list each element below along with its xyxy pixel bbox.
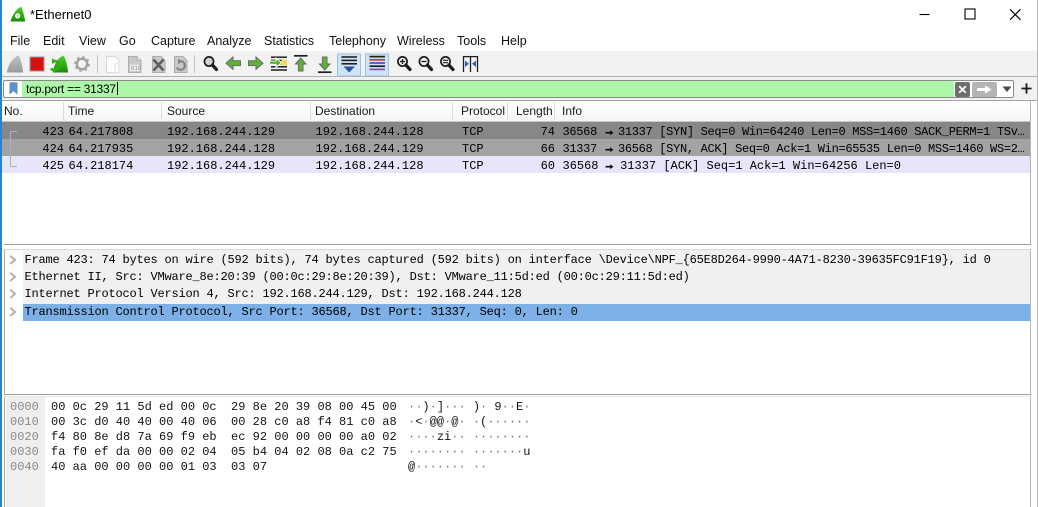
svg-text:010: 010 [131, 65, 142, 72]
